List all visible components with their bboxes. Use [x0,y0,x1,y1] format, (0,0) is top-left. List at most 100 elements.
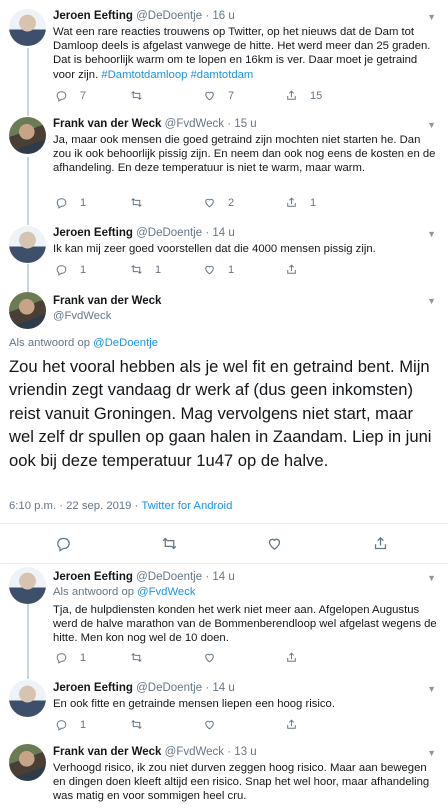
avatar[interactable] [9,117,46,154]
retweet-icon [131,653,142,662]
author-name[interactable]: Frank van der Weck [53,746,161,758]
share-icon [287,719,296,729]
separator: · [205,682,210,694]
retweet-button[interactable] [130,718,143,731]
heart-icon [205,720,214,730]
chevron-down-icon[interactable]: ▼ [427,12,436,22]
reply-button[interactable]: 1 [55,718,86,731]
reply-icon [57,537,70,552]
share-button[interactable] [285,651,298,664]
author-name[interactable]: Jeroen Eefting [53,571,133,583]
reply-icon [56,198,67,209]
tweet-header: Jeroen Eefting @DeDoentje · 14 u [53,682,235,694]
timestamp[interactable]: 14 u [212,571,234,583]
author-handle[interactable]: @FvdWeck [165,118,224,130]
reply-count: 1 [80,196,87,209]
author-handle[interactable]: @DeDoentje [136,571,202,583]
avatar[interactable] [9,680,46,717]
like-count: 2 [228,196,235,209]
chevron-down-icon[interactable]: ▼ [427,229,436,239]
chevron-down-icon[interactable]: ▼ [427,120,436,130]
author-name[interactable]: Jeroen Eefting [53,682,133,694]
divider [0,563,448,564]
heart-icon [268,538,281,550]
chevron-down-icon[interactable]: ▼ [427,573,436,583]
timestamp[interactable]: 14 u [212,682,234,694]
share-count: 15 [310,89,323,102]
retweet-button[interactable] [161,535,178,552]
author-name[interactable]: Jeroen Eefting [53,227,133,239]
like-button[interactable] [203,718,216,731]
retweet-button[interactable] [130,89,143,102]
author-handle[interactable]: @DeDoentje [136,227,202,239]
reply-icon [56,91,67,102]
share-icon [287,264,296,274]
share-button[interactable] [285,718,298,731]
timestamp[interactable]: 6:10 p.m. · 22 sep. 2019 · [9,500,138,512]
share-button[interactable]: 1 [285,196,316,209]
hashtags[interactable]: #Damtotdamloop #damtotdam [101,69,253,81]
tweet-text: Ja, maar ook mensen die goed getraind zi… [53,134,436,175]
like-button[interactable] [203,651,216,664]
reply-button[interactable] [55,535,72,552]
tweet-text: Wat een rare reacties trouwens op Twitte… [53,25,439,82]
retweet-button[interactable] [130,651,143,664]
thread-line [27,603,29,679]
like-button[interactable]: 7 [203,89,234,102]
avatar[interactable] [9,9,46,46]
reply-count: 1 [80,263,87,276]
avatar[interactable] [9,292,46,329]
retweet-button[interactable] [130,196,143,209]
author-handle[interactable]: @FvdWeck [53,310,111,322]
tweet-text: Tja, de hulpdiensten konden het werk nie… [53,604,437,645]
like-button[interactable]: 2 [203,196,234,209]
timestamp[interactable]: 13 u [234,746,256,758]
share-button[interactable]: 15 [285,89,322,102]
author-handle[interactable]: @FvdWeck [165,746,224,758]
author-name[interactable]: Frank van der Weck [53,118,161,130]
heart-icon [205,198,214,208]
reply-button[interactable]: 7 [55,89,86,102]
avatar[interactable] [9,744,46,781]
reply-button[interactable]: 1 [55,263,86,276]
like-count: 7 [228,89,235,102]
tweet-meta: 6:10 p.m. · 22 sep. 2019 · Twitter for A… [9,500,232,512]
avatar[interactable] [9,567,46,604]
author-handle[interactable]: @DeDoentje [136,10,202,22]
reply-icon [56,653,67,664]
reply-count: 1 [80,651,87,664]
chevron-down-icon[interactable]: ▼ [427,684,436,694]
retweet-button[interactable]: 1 [130,263,161,276]
focused-tweet-text: Zou het vooral hebben als je wel fit en … [9,357,432,470]
like-count: 1 [228,263,235,276]
chevron-down-icon[interactable]: ▼ [427,748,436,758]
avatar[interactable] [9,226,46,263]
source-link[interactable]: Twitter for Android [141,500,232,512]
chevron-down-icon[interactable]: ▼ [427,296,436,306]
author-name[interactable]: Jeroen Eefting [53,10,133,22]
tweet-text: Ik kan mij zeer goed voorstellen dat die… [53,243,376,255]
like-button[interactable] [266,535,283,552]
tweet-actions: 1 2 1 [53,196,433,210]
divider [0,523,448,524]
tweet-text: Verhoogd risico, ik zou niet durven zegg… [53,762,430,803]
reply-to-link[interactable]: @DeDoentje [93,337,158,349]
separator: · [227,118,232,130]
like-button[interactable]: 1 [203,263,234,276]
separator: · [227,746,232,758]
timestamp[interactable]: 16 u [212,10,234,22]
reply-button[interactable]: 1 [55,651,86,664]
timestamp[interactable]: 14 u [212,227,234,239]
heart-icon [205,91,214,101]
share-button[interactable] [285,263,298,276]
author-handle[interactable]: @DeDoentje [136,682,202,694]
tweet-header: Frank van der Weck @FvdWeck · 15 u [53,118,257,130]
share-button[interactable] [372,535,389,552]
reply-prefix: Als antwoord op [9,337,91,349]
author-name[interactable]: Frank van der Weck [53,295,161,307]
reply-button[interactable]: 1 [55,196,86,209]
timestamp[interactable]: 15 u [234,118,256,130]
tweet-text: En ook fitte en getrainde mensen liepen … [53,698,335,710]
reply-context: Als antwoord op @DeDoentje [9,337,158,349]
reply-to-link[interactable]: @FvdWeck [137,586,195,598]
